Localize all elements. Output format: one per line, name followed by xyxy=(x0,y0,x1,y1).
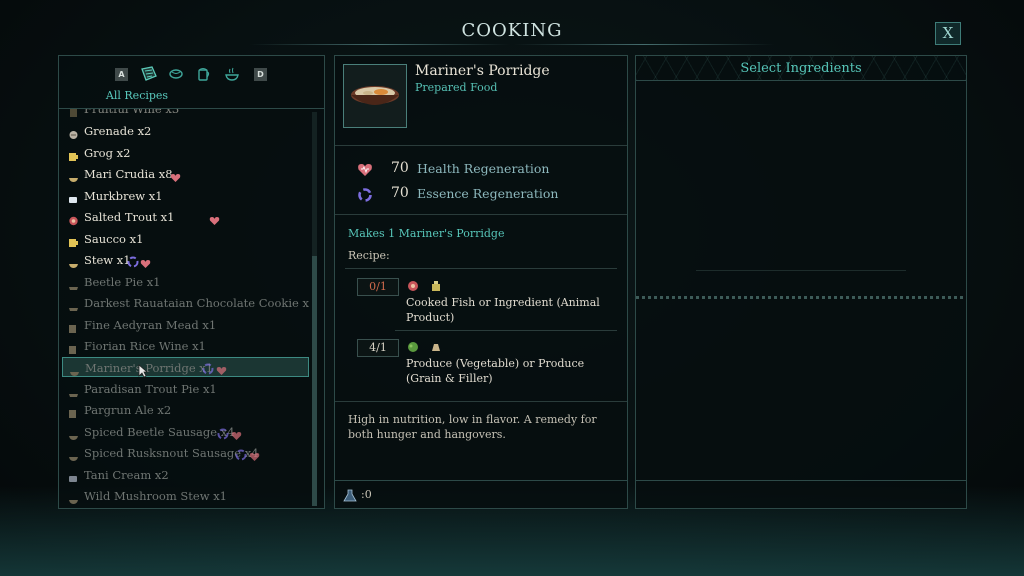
detail-footer: :0 xyxy=(335,480,627,509)
ingredient-select-footer xyxy=(636,480,966,509)
recipe-list-panel: A D All Recipes Fruitful Wine x3 Grenade… xyxy=(58,55,325,509)
flask-icon xyxy=(343,488,357,502)
item-description: High in nutrition, low in flavor. A reme… xyxy=(348,413,597,441)
recipe-item[interactable]: Wild Mushroom Stew x1 xyxy=(62,486,309,505)
footer-count: :0 xyxy=(361,488,372,501)
divider xyxy=(345,268,617,269)
ingredient-count: 4/1 xyxy=(357,339,399,357)
mug-icon xyxy=(68,320,79,333)
recipe-item[interactable]: Grenade x2 xyxy=(62,121,309,141)
recipe-item[interactable]: Fruitful Wine x3 xyxy=(62,109,309,119)
key-hint-next: D xyxy=(254,68,267,81)
grenade-icon xyxy=(68,126,79,139)
stew-icon xyxy=(68,427,79,440)
cup-icon xyxy=(68,191,79,203)
stew-icon xyxy=(68,491,79,504)
stat-health: 70 Health Regeneration xyxy=(357,160,617,182)
stew-icon xyxy=(68,255,79,268)
stew-filter-icon[interactable] xyxy=(224,66,240,82)
pie-icon xyxy=(68,384,79,397)
recipe-label: Recipe: xyxy=(348,249,390,262)
item-name: Mariner's Porridge xyxy=(415,63,550,79)
recipe-item[interactable]: Murkbrew x1 xyxy=(62,186,309,206)
recipe-item[interactable]: Mari Crudia x8 xyxy=(62,164,309,184)
ingredient-count: 0/1 xyxy=(357,278,399,296)
porridge-bowl-icon xyxy=(343,64,407,128)
recipe-item[interactable]: Tani Cream x2 xyxy=(62,465,309,485)
vegetable-icon xyxy=(407,338,419,352)
recipe-item[interactable]: Pargrun Ale x2 xyxy=(62,400,309,420)
recipe-item[interactable]: Darkest Rauataian Chocolate Cookie x1 xyxy=(62,293,309,313)
all-recipes-icon[interactable] xyxy=(140,66,157,82)
cup-icon xyxy=(68,470,79,482)
item-type: Prepared Food xyxy=(415,81,498,94)
cookie-icon xyxy=(68,298,79,311)
divider xyxy=(335,401,627,402)
essence-swirl-icon xyxy=(235,447,247,467)
recipe-item[interactable]: Grog x2 xyxy=(62,143,309,163)
ingredient-select-header: Select Ingredients xyxy=(636,56,966,81)
recipe-item[interactable]: Paradisan Trout Pie x1 xyxy=(62,379,309,399)
stew-icon xyxy=(68,448,79,461)
stew-icon xyxy=(68,169,79,182)
mug-icon xyxy=(68,234,79,247)
pie-icon xyxy=(68,277,79,290)
makes-label: Makes 1 Mariner's Porridge xyxy=(348,227,505,240)
close-button[interactable]: X xyxy=(935,22,961,45)
recipe-detail-panel: Mariner's Porridge Prepared Food 70 Heal… xyxy=(334,55,628,509)
recipe-filter-bar: A D All Recipes xyxy=(59,56,324,109)
key-hint-prev: A xyxy=(115,68,128,81)
title-divider-left xyxy=(250,44,510,45)
ingredient-desc: Produce (Vegetable) or Produce (Grain & … xyxy=(406,357,585,385)
recipe-item[interactable]: Saucco x1 xyxy=(62,229,309,249)
mug-icon xyxy=(68,405,79,418)
recipe-item[interactable]: Beetle Pie x1 xyxy=(62,272,309,292)
stew-icon xyxy=(69,363,80,376)
divider xyxy=(335,145,627,146)
bottle-icon xyxy=(430,277,442,291)
recipe-list: Fruitful Wine x3 Grenade x2 Grog x2 Mari… xyxy=(62,109,309,505)
recipe-item[interactable]: Stew x1 xyxy=(62,250,309,270)
divider xyxy=(696,270,906,271)
section-divider xyxy=(636,296,966,299)
drink-icon xyxy=(68,109,79,117)
ingredient-select-panel: Select Ingredients xyxy=(635,55,967,509)
select-ingredients-title: Select Ingredients xyxy=(740,61,862,76)
mug-icon xyxy=(68,148,79,161)
recipe-scrollbar-thumb[interactable] xyxy=(312,256,317,506)
essence-swirl-icon xyxy=(202,361,214,381)
window-title: COOKING xyxy=(461,20,563,41)
essence-swirl-icon xyxy=(127,254,139,274)
mug-icon xyxy=(68,341,79,354)
recipe-item[interactable]: Fiorian Rice Wine x1 xyxy=(62,336,309,356)
mouse-cursor-icon xyxy=(138,364,148,378)
drink-filter-icon[interactable] xyxy=(196,66,212,82)
recipe-item[interactable]: Spiced Beetle Sausage x4 xyxy=(62,422,309,442)
active-filter-label: All Recipes xyxy=(105,89,169,102)
recipe-item[interactable]: Fine Aedyran Mead x1 xyxy=(62,315,309,335)
recipe-item[interactable]: Salted Trout x1 xyxy=(62,207,309,227)
fish-meat-icon xyxy=(68,212,79,226)
heart-icon xyxy=(357,162,373,178)
title-divider-right xyxy=(514,44,774,45)
fish-filter-icon[interactable] xyxy=(168,66,184,82)
recipe-item[interactable]: Spiced Rusksnout Sausage x4 xyxy=(62,443,309,463)
stat-essence: 70 Essence Regeneration xyxy=(357,185,617,207)
fish-meat-icon xyxy=(407,277,419,291)
grain-icon xyxy=(430,338,442,351)
ingredient-desc: Cooked Fish or Ingredient (Animal Produc… xyxy=(406,296,600,324)
divider xyxy=(395,330,617,331)
divider xyxy=(335,214,627,215)
recipe-item-selected[interactable]: Mariner's Porridge x1 xyxy=(62,357,309,377)
essence-swirl-icon xyxy=(357,187,373,203)
